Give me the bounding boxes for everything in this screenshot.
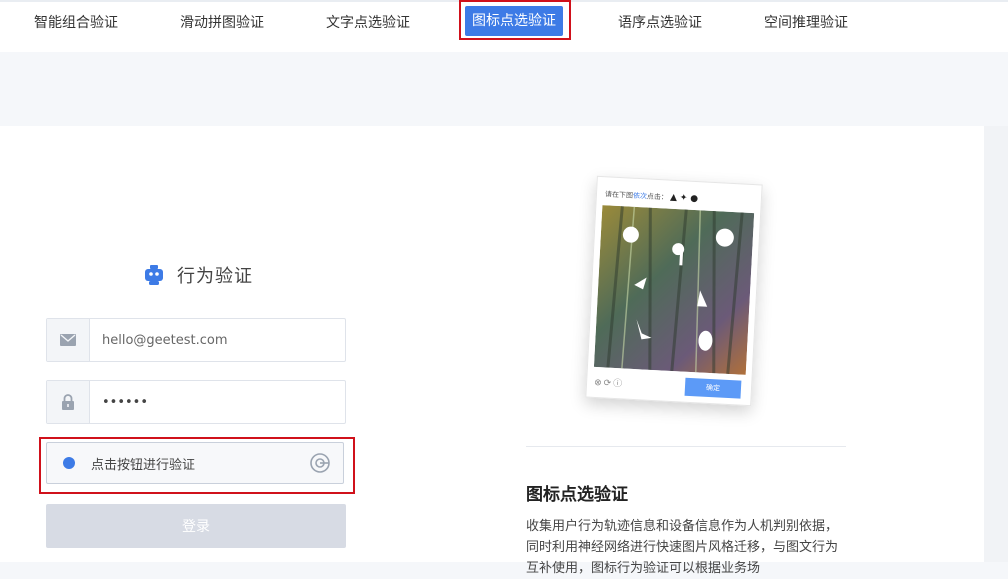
mail-icon [47,319,90,361]
section-divider [526,446,846,447]
login-brand: 行为验证 [143,262,253,288]
login-title: 行为验证 [177,266,253,287]
captcha-image [593,205,755,375]
email-field [46,318,346,362]
header-band [0,52,1008,126]
lock-icon [47,381,90,423]
captcha-confirm-button[interactable]: 确定 [684,377,742,399]
captcha-prompt: 请在下图依次点击： ▲ ✦ ● [604,190,699,205]
tab-spatial-reasoning[interactable]: 空间推理验证 [764,10,848,36]
hint-icons: ▲ ✦ ● [669,192,699,205]
active-tab-highlight [459,0,571,40]
verify-highlight [39,437,355,494]
captcha-tools: ⊗⟳ⓘ [593,377,625,390]
right-gutter [984,126,1008,562]
tab-text-click[interactable]: 文字点选验证 [326,10,410,36]
login-button[interactable]: 登录 [46,504,346,548]
email-input[interactable] [90,319,345,361]
captcha-demo-card: 请在下图依次点击： ▲ ✦ ● ⊗⟳ⓘ 确定 [585,175,763,407]
tab-slide-puzzle[interactable]: 滑动拼图验证 [180,10,264,36]
section-description: 收集用户行为轨迹信息和设备信息作为人机判别依据，同时利用神经网络进行快速图片风格… [526,519,839,576]
password-field [46,380,346,424]
password-input[interactable] [90,381,345,423]
tab-word-order[interactable]: 语序点选验证 [618,10,702,36]
robot-icon [145,265,163,285]
section-title: 图标点选验证 [526,485,628,505]
tab-smart-combo[interactable]: 智能组合验证 [34,10,118,36]
